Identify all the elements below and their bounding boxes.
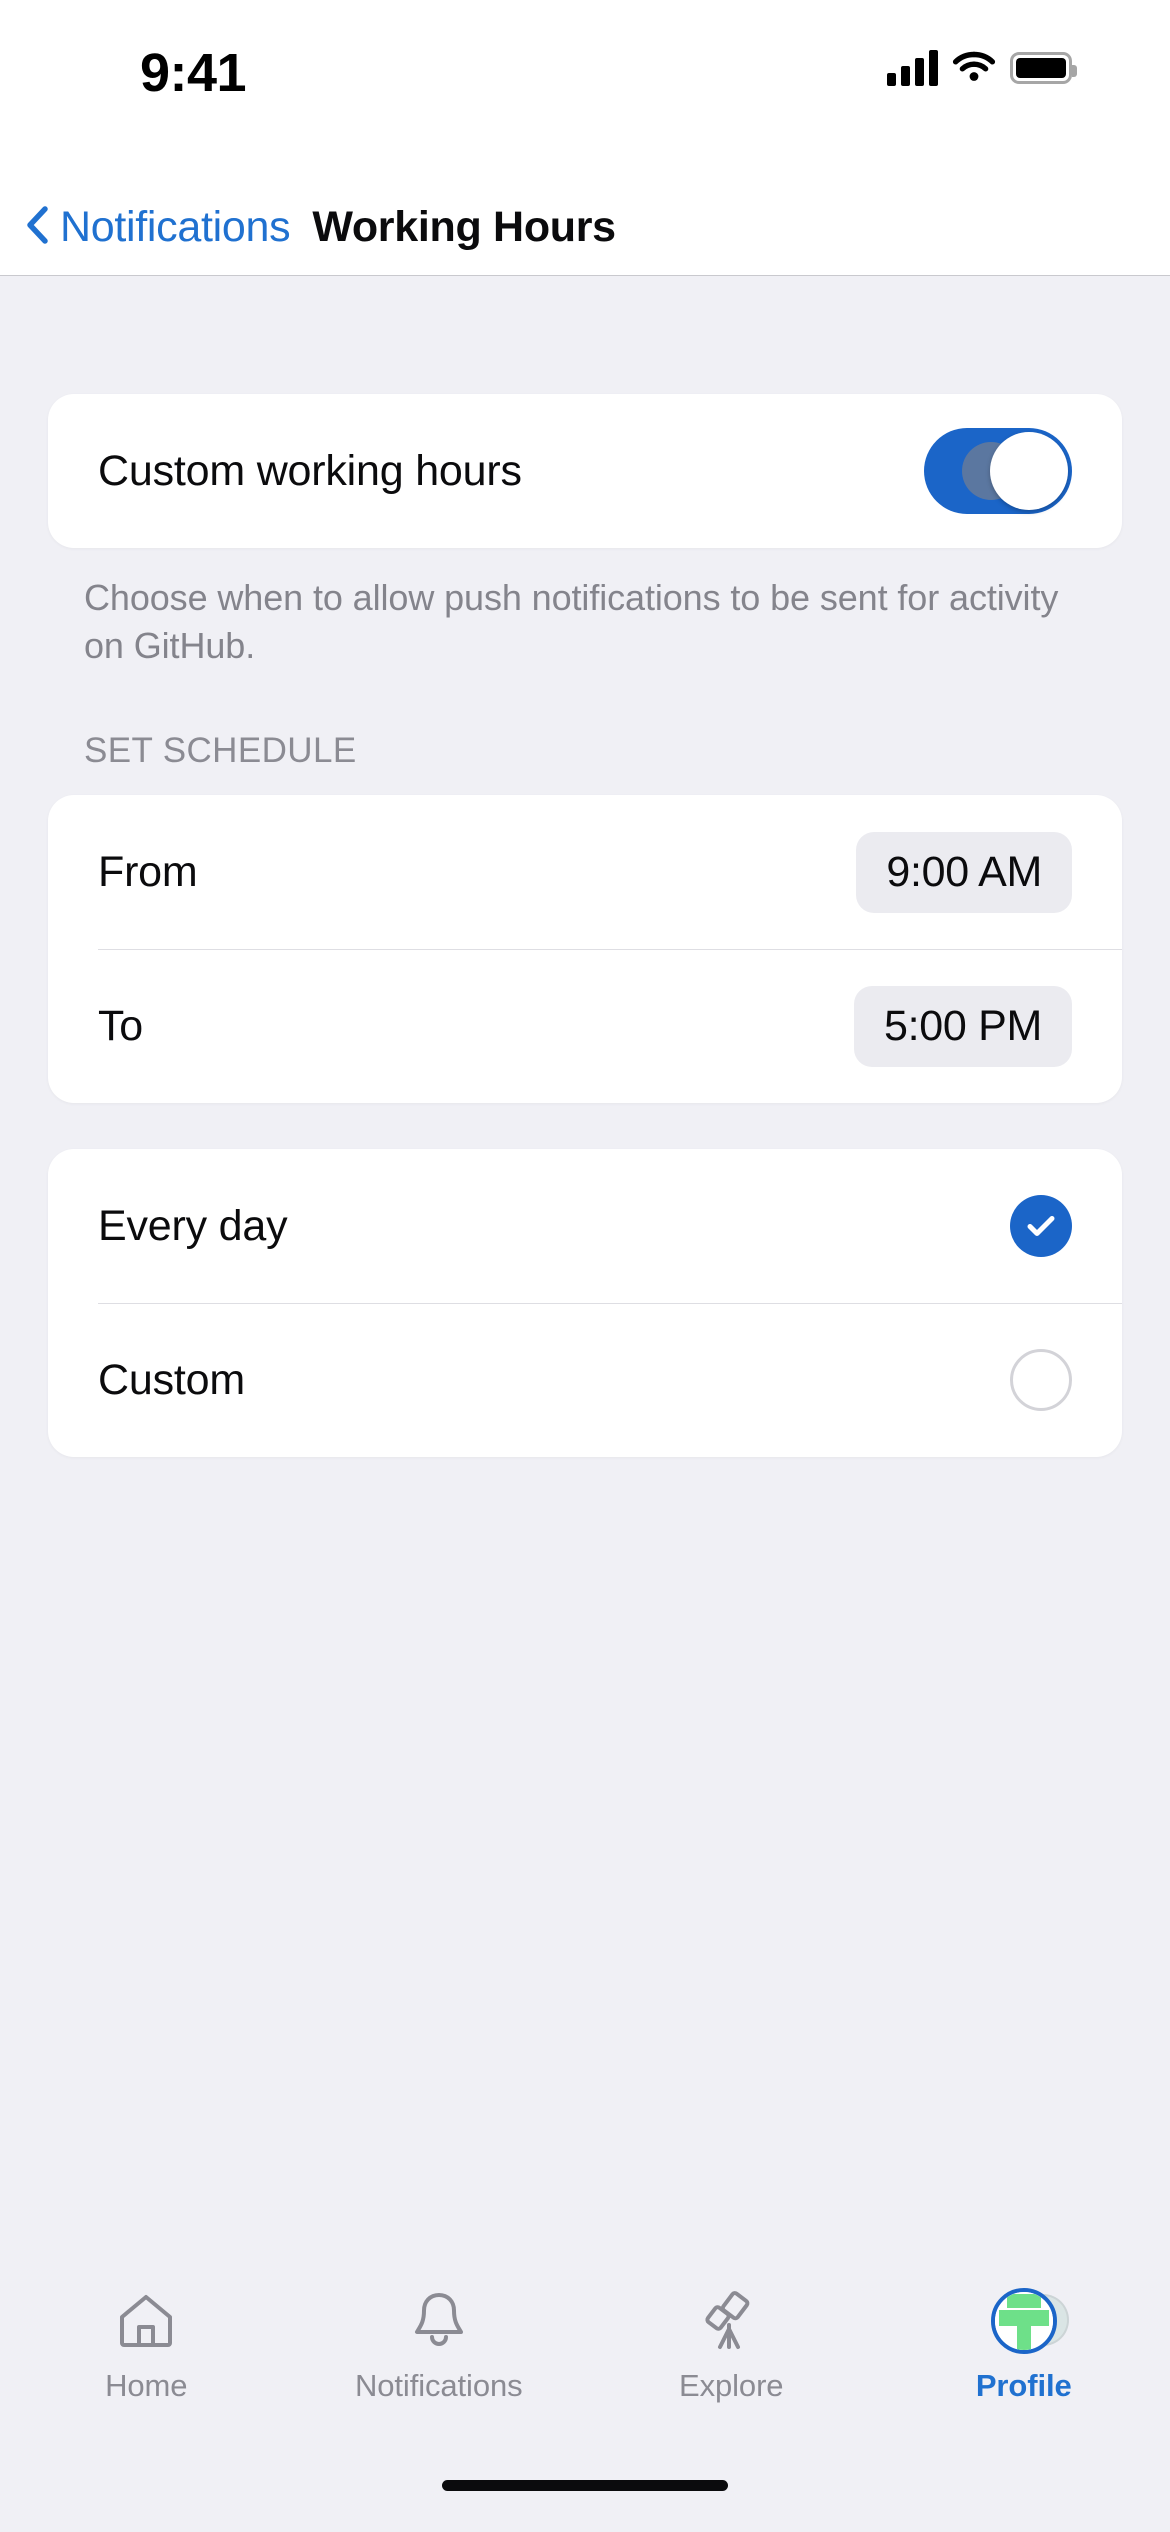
cellular-bars-icon xyxy=(887,49,938,86)
app-screen: 9:41 Notifications Working Hours Custom … xyxy=(0,0,1170,2532)
settings-content: Custom working hours Choose when to allo… xyxy=(0,276,1170,2266)
tab-profile-label: Profile xyxy=(975,2368,1072,2403)
wifi-icon xyxy=(952,48,996,87)
back-button-label: Notifications xyxy=(60,203,291,251)
battery-full-icon xyxy=(1010,51,1077,84)
tab-bar: Home Notifications Explore Profile xyxy=(0,2266,1170,2480)
custom-working-hours-label: Custom working hours xyxy=(98,446,522,495)
from-time-value[interactable]: 9:00 AM xyxy=(856,831,1072,913)
telescope-icon xyxy=(699,2288,763,2354)
tab-explore-label: Explore xyxy=(679,2368,784,2403)
toggle-knob xyxy=(990,432,1068,510)
custom-label: Custom xyxy=(98,1355,245,1404)
repeat-option-custom[interactable]: Custom xyxy=(48,1303,1122,1457)
empty-circle-icon[interactable] xyxy=(1010,1349,1072,1412)
tab-home-label: Home xyxy=(105,2368,188,2403)
back-button[interactable]: Notifications xyxy=(0,203,291,252)
schedule-row-from[interactable]: From 9:00 AM xyxy=(48,795,1122,949)
spacer-between-cards xyxy=(48,1103,1122,1149)
home-indicator[interactable] xyxy=(442,2480,728,2491)
avatar xyxy=(990,2288,1057,2354)
bell-icon xyxy=(411,2288,467,2354)
repeat-options-card: Every day Custom xyxy=(48,1149,1122,1458)
home-indicator-area xyxy=(0,2480,1170,2532)
repeat-option-every-day[interactable]: Every day xyxy=(48,1149,1122,1303)
tab-notifications-label: Notifications xyxy=(354,2368,523,2403)
tab-explore[interactable]: Explore xyxy=(585,2288,878,2404)
to-time-value[interactable]: 5:00 PM xyxy=(853,985,1072,1067)
set-schedule-header: SET SCHEDULE xyxy=(84,731,357,771)
custom-working-hours-toggle[interactable] xyxy=(924,428,1072,514)
schedule-row-to[interactable]: To 5:00 PM xyxy=(48,949,1122,1103)
tab-profile[interactable]: Profile xyxy=(878,2288,1170,2404)
status-bar: 9:41 xyxy=(0,0,1170,180)
custom-hours-card: Custom working hours xyxy=(48,394,1122,548)
page-title: Working Hours xyxy=(312,203,616,251)
status-bar-icons xyxy=(887,48,1077,87)
every-day-label: Every day xyxy=(98,1201,288,1250)
home-icon xyxy=(115,2288,177,2354)
tab-notifications[interactable]: Notifications xyxy=(293,2288,586,2404)
custom-hours-description: Choose when to allow push notifications … xyxy=(84,577,1059,666)
spacer-top xyxy=(48,276,1122,394)
from-label: From xyxy=(98,847,198,896)
schedule-card: From 9:00 AM To 5:00 PM xyxy=(48,795,1122,1104)
to-label: To xyxy=(98,1001,144,1050)
custom-working-hours-row[interactable]: Custom working hours xyxy=(48,394,1122,548)
check-circle-icon[interactable] xyxy=(1010,1195,1072,1258)
chevron-left-icon xyxy=(26,206,48,249)
navigation-bar: Notifications Working Hours xyxy=(0,180,1170,276)
avatar-icon xyxy=(990,2288,1069,2354)
tab-home[interactable]: Home xyxy=(0,2288,293,2404)
